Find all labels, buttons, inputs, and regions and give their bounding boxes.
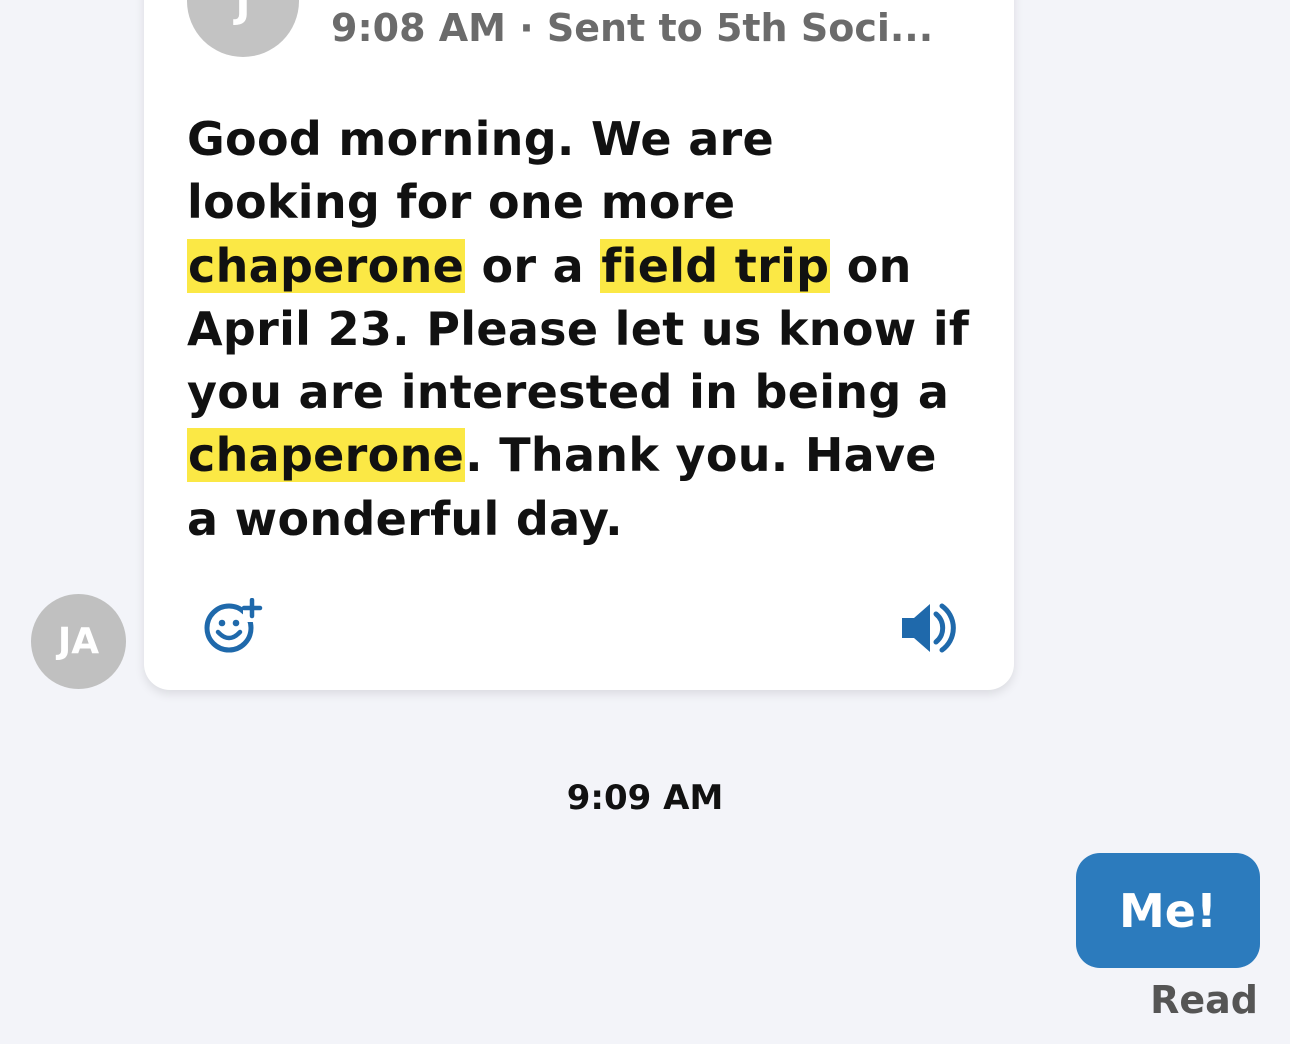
highlighted-word: field trip	[600, 238, 831, 293]
timestamp: 9:09 AM	[566, 778, 724, 818]
speaker-icon[interactable]	[900, 600, 960, 656]
message-segment: Good morning. We are looking for one mor…	[187, 112, 775, 230]
sender-avatar[interactable]: JA	[31, 594, 126, 689]
read-receipt: Read	[1150, 978, 1258, 1022]
message-segment: or a	[465, 238, 601, 293]
message-body: Good morning. We are looking for one mor…	[187, 108, 977, 551]
message-meta: 9:08 AM · Sent to 5th Soci...	[331, 6, 934, 50]
highlighted-word: chaperone	[187, 428, 466, 483]
reply-bubble[interactable]: Me!	[1076, 853, 1260, 968]
highlighted-word: chaperone	[187, 238, 466, 293]
reply-text: Me!	[1119, 883, 1217, 938]
add-reaction-icon[interactable]	[203, 597, 265, 654]
